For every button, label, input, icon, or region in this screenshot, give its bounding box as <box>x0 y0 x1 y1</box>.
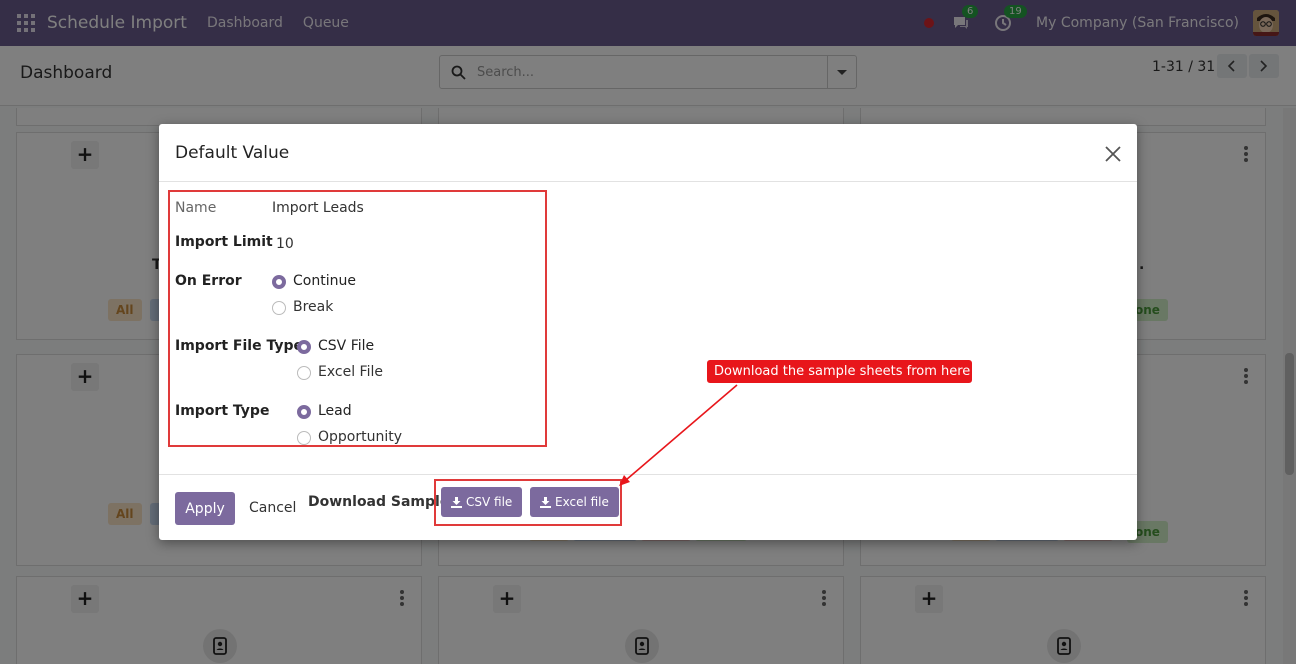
download-sample-label: Download Sample: <box>308 494 455 510</box>
name-label: Name <box>175 200 217 216</box>
dialog-footer: Apply Cancel Download Sample: CSV file E… <box>159 474 1137 540</box>
download-excel-label: Excel file <box>555 495 609 509</box>
import-type-opportunity-radio[interactable] <box>297 431 311 445</box>
annotation-callout: Download the sample sheets from here <box>707 360 972 383</box>
on-error-break-radio[interactable] <box>272 301 286 315</box>
on-error-label: On Error <box>175 273 242 289</box>
download-excel-button[interactable]: Excel file <box>530 487 619 517</box>
dialog-body: Name Import Leads Import Limit 10 On Err… <box>159 182 1137 474</box>
apply-button[interactable]: Apply <box>175 492 235 525</box>
on-error-continue-label[interactable]: Continue <box>293 273 356 289</box>
import-limit-label: Import Limit <box>175 234 273 250</box>
import-file-type-label: Import File Type <box>175 338 303 354</box>
download-icon <box>540 496 551 508</box>
import-limit-field[interactable]: 10 <box>276 236 294 252</box>
file-type-excel-label[interactable]: Excel File <box>318 364 383 380</box>
file-type-excel-radio[interactable] <box>297 366 311 380</box>
import-type-lead-label[interactable]: Lead <box>318 403 352 419</box>
import-type-label: Import Type <box>175 403 270 419</box>
name-value: Import Leads <box>272 200 364 216</box>
dialog-header: Default Value <box>159 124 1137 182</box>
download-csv-label: CSV file <box>466 495 513 509</box>
file-type-csv-radio[interactable] <box>297 340 311 354</box>
download-csv-button[interactable]: CSV file <box>441 487 523 517</box>
cancel-button[interactable]: Cancel <box>249 500 296 516</box>
download-icon <box>451 496 462 508</box>
on-error-continue-radio[interactable] <box>272 275 286 289</box>
on-error-break-label[interactable]: Break <box>293 299 333 315</box>
import-type-opportunity-label[interactable]: Opportunity <box>318 429 402 445</box>
default-value-dialog: Default Value Name Import Leads Import L… <box>159 124 1137 540</box>
import-type-lead-radio[interactable] <box>297 405 311 419</box>
close-icon[interactable] <box>1104 145 1122 163</box>
dialog-title: Default Value <box>175 143 290 163</box>
file-type-csv-label[interactable]: CSV File <box>318 338 374 354</box>
